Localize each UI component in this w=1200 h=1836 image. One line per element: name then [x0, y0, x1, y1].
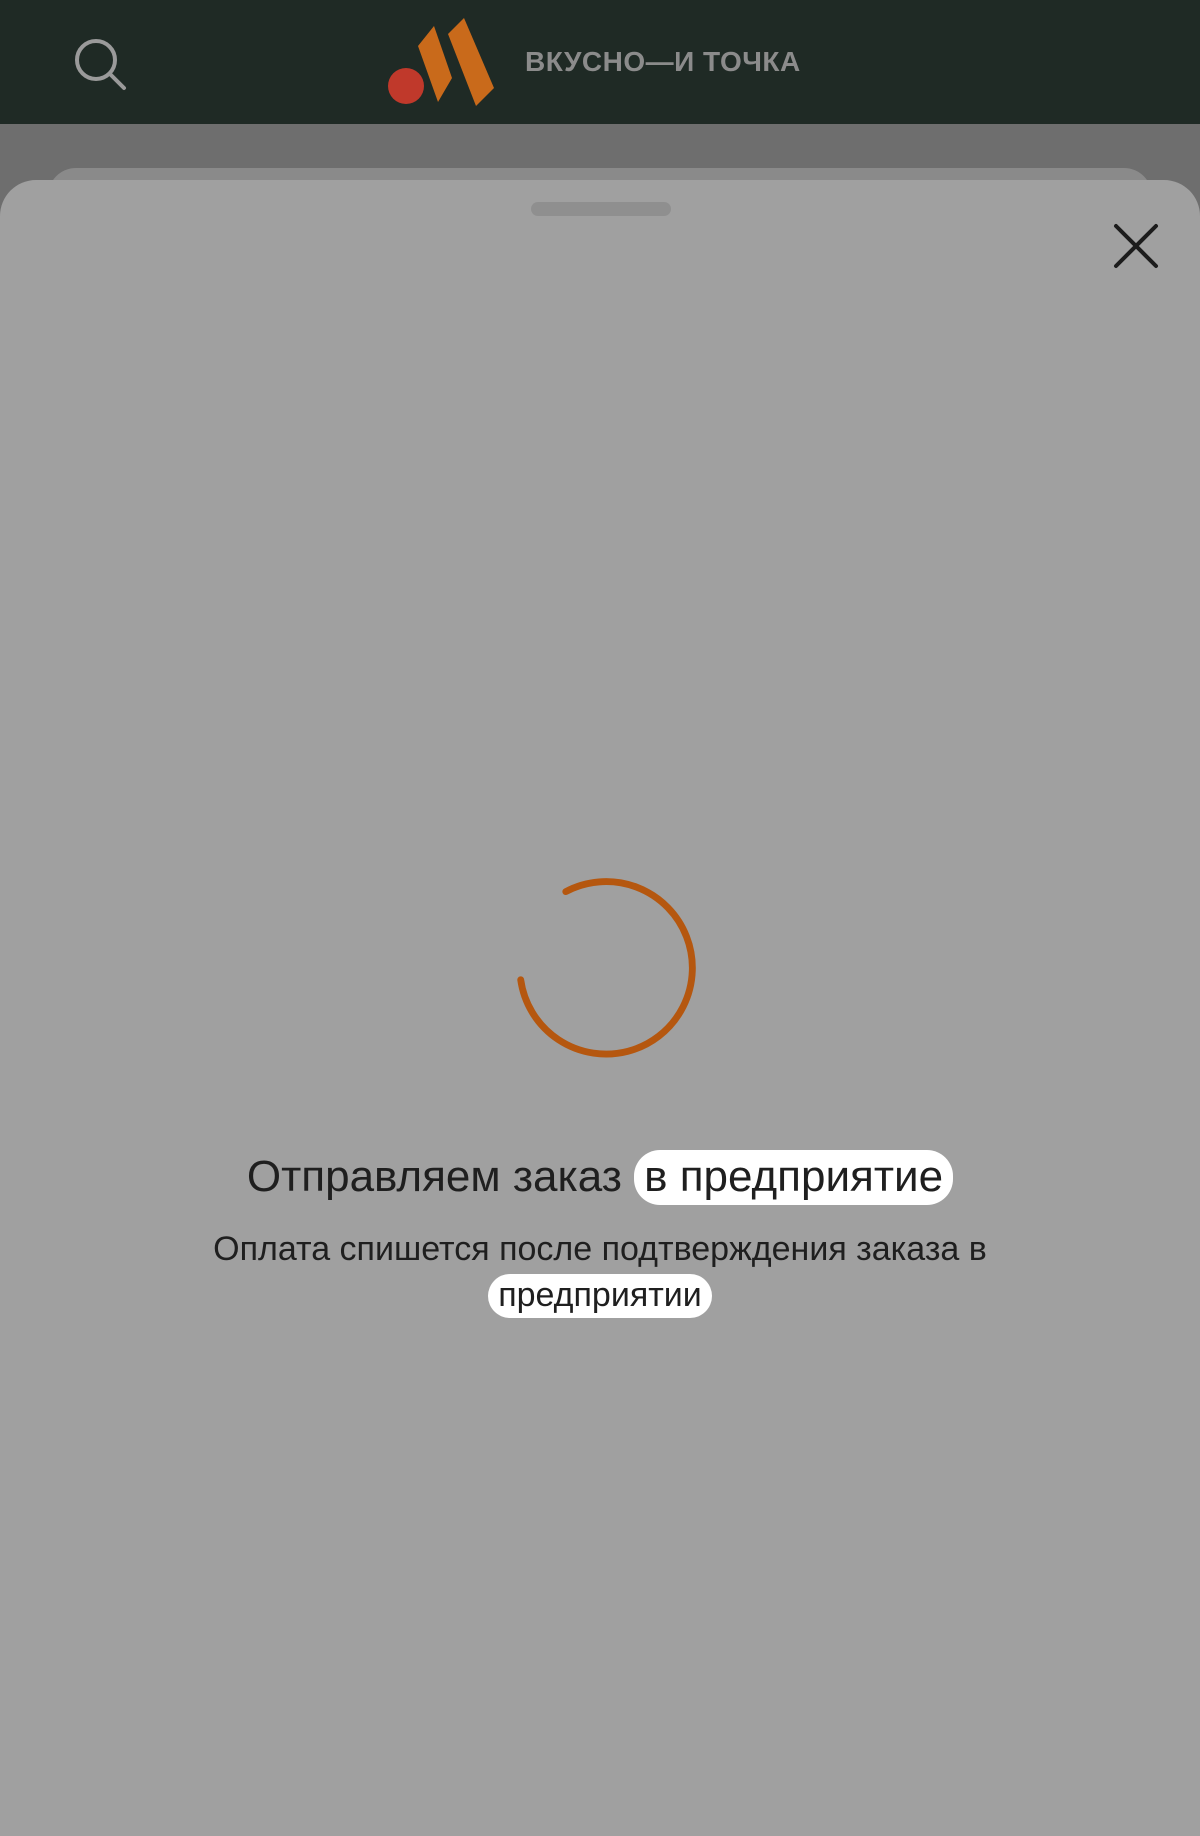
status-title: Отправляем заказ в предприятие	[0, 1150, 1200, 1205]
screen: ВКУСНО—И ТОЧКА Отправляем заказ в предпр…	[0, 0, 1200, 1836]
status-title-highlight: в предприятие	[634, 1150, 954, 1205]
status-title-text: Отправляем заказ	[246, 1152, 635, 1201]
loading-spinner-icon	[517, 878, 696, 1058]
search-icon[interactable]	[72, 36, 128, 92]
sheet-drag-handle[interactable]	[531, 202, 671, 216]
status-subtitle: Оплата спишется после подтверждения зака…	[160, 1226, 1040, 1318]
status-subtitle-highlight: предприятии	[488, 1274, 712, 1318]
brand-name: ВКУСНО—И ТОЧКА	[525, 46, 801, 77]
top-bar: ВКУСНО—И ТОЧКА	[0, 0, 1200, 124]
brand-logo-icon	[388, 18, 494, 106]
close-icon[interactable]	[1110, 220, 1162, 272]
status-subtitle-text: Оплата спишется после подтверждения зака…	[213, 1230, 987, 1268]
